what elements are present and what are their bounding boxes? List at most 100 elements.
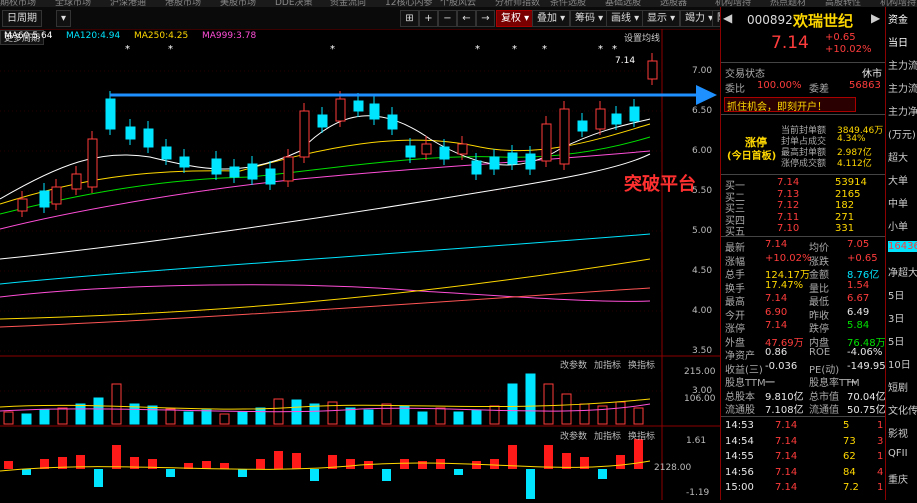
candle-body	[161, 146, 172, 160]
candle-body	[211, 158, 222, 175]
capital-flow-item[interactable]: 中单	[888, 195, 908, 210]
volume-bar	[75, 403, 86, 425]
capital-flow-item[interactable]: 10日	[888, 356, 911, 371]
macd-bar	[382, 469, 391, 481]
price-change: +0.65	[825, 32, 856, 43]
volume-bar	[345, 407, 356, 425]
stock-name: 欢瑞世纪	[793, 12, 854, 30]
toolbar-button[interactable]: 筹码 ▾	[570, 10, 609, 27]
capital-flow-item[interactable]: 超大	[888, 149, 908, 164]
capital-flow-item[interactable]: QFII	[888, 448, 908, 459]
panel-link[interactable]: 加指标	[594, 358, 621, 371]
top-menu-item[interactable]: 条件选股	[550, 0, 586, 7]
capital-flow-item[interactable]: 短剧	[888, 379, 908, 394]
toolbar-button[interactable]: 显示 ▾	[642, 10, 681, 27]
candle-body	[17, 198, 28, 212]
volume-bar	[93, 397, 104, 425]
macd-bar	[166, 469, 175, 477]
top-menu-item[interactable]: DDE决策	[275, 0, 313, 7]
weibi-row: 委比 100.00% 委差 56863	[725, 80, 881, 95]
top-menu-item[interactable]: 资金流向	[330, 0, 366, 7]
toolbar-button[interactable]: 复权 ▾	[496, 10, 535, 27]
event-marker-icon: *	[612, 44, 617, 55]
top-menu-item[interactable]: 选股器	[660, 0, 687, 7]
prev-stock-icon[interactable]: ◀	[723, 11, 732, 25]
top-menu-item[interactable]: 沪深港通	[110, 0, 146, 7]
volume-bar	[453, 411, 464, 425]
kline-chart-area[interactable]: * * * * * * * * 更多周期 MA60:5.64 MA120:4.94 MA250:4…	[0, 29, 720, 500]
macd-bar	[544, 445, 553, 469]
volume-bar	[165, 408, 176, 425]
candle-body	[179, 156, 190, 168]
trade-status-row: 交易状态 休市	[725, 69, 882, 80]
candle-body	[51, 186, 62, 205]
capital-flow-item[interactable]: 资金	[888, 11, 908, 26]
tick-row: 14:55 7.14 62 1	[725, 451, 884, 462]
top-menu-item[interactable]: 机构增持	[715, 0, 751, 7]
capital-flow-item[interactable]: (万元)	[888, 126, 916, 141]
price-axis-label: 4.00	[692, 306, 713, 316]
capital-flow-item[interactable]: 16436	[888, 241, 917, 252]
capital-flow-item[interactable]: 5日	[888, 287, 904, 302]
panel-link[interactable]: 改参数	[560, 358, 587, 371]
volume-bar	[561, 393, 572, 425]
macd-bar	[634, 439, 643, 469]
panel-link[interactable]: 改参数	[560, 429, 587, 442]
capital-flow-item[interactable]: 净超大	[888, 264, 917, 279]
top-menu-item[interactable]: 机构增持	[880, 0, 916, 7]
right-arrow-icon[interactable]: →	[476, 10, 495, 27]
top-menu-item[interactable]: 基础选股	[605, 0, 641, 7]
zoom-out-icon[interactable]: −	[438, 10, 457, 27]
open-account-banner[interactable]: 抓住机会，即刻开户！	[724, 97, 856, 113]
price-axis-label: 5.50	[692, 186, 713, 196]
quote-row: 股息TTM 一股息率TTM 一	[725, 378, 860, 389]
capital-flow-item[interactable]: 主力流入	[888, 57, 917, 72]
panel-link[interactable]: 加指标	[594, 429, 621, 442]
capital-flow-item[interactable]: 主力流出	[888, 80, 917, 95]
candle-body	[283, 156, 294, 182]
capital-flow-item[interactable]: 大单	[888, 172, 908, 187]
top-menu-item[interactable]: 分析师指数	[495, 0, 540, 7]
capital-flow-item[interactable]: 重庆	[888, 471, 908, 486]
panel-link[interactable]: 换指标	[628, 429, 655, 442]
candle-body	[525, 153, 536, 170]
volume-bar	[489, 405, 500, 425]
next-stock-icon[interactable]: ▶	[871, 11, 880, 25]
period-dropdown-icon[interactable]: ▾	[56, 10, 72, 27]
top-menu-item[interactable]: 美股市场	[220, 0, 256, 7]
top-menu-item[interactable]: 个股风云	[440, 0, 476, 7]
toolbar-button[interactable]: 画线 ▾	[606, 10, 645, 27]
event-marker-icon: *	[598, 44, 603, 55]
top-menu-item[interactable]: 港股市场	[165, 0, 201, 7]
breakout-annotation: 突破平台	[624, 174, 696, 195]
capital-flow-item[interactable]: 3日	[888, 310, 904, 325]
macd-bar	[598, 469, 607, 479]
period-selector[interactable]: 日周期	[2, 10, 42, 27]
candle-body	[317, 114, 328, 128]
capital-flow-item[interactable]: 影视	[888, 425, 908, 440]
top-menu-bar: 期权市场 全球市场 沪深港通 港股市场 美股市场 DDE决策 资金流向 12核心内参 个股风云 分…	[0, 0, 917, 7]
grid-icon[interactable]: ⊞	[400, 10, 419, 27]
event-marker-icon: *	[125, 44, 130, 55]
capital-flow-item[interactable]: 5日	[888, 333, 904, 348]
top-menu-item[interactable]: 热点题材	[770, 0, 806, 7]
left-arrow-icon[interactable]: ←	[457, 10, 476, 27]
top-menu-item[interactable]: 期权市场	[0, 0, 36, 7]
capital-flow-item[interactable]: 主力净额	[888, 103, 917, 118]
settings-ma-link[interactable]: 设置均线	[624, 31, 660, 44]
zoom-in-icon[interactable]: +	[419, 10, 438, 27]
toolbar-button[interactable]: 叠加 ▾	[532, 10, 571, 27]
quote-row: 流通股 7.108亿 流通值 50.75亿	[725, 405, 886, 416]
top-menu-item[interactable]: 12核心内参	[385, 0, 432, 7]
capital-flow-item[interactable]: 当日	[888, 34, 908, 49]
candle-body	[559, 108, 570, 165]
volume-bar	[3, 411, 14, 425]
capital-flow-item[interactable]: 文化传	[888, 402, 917, 417]
top-menu-item[interactable]: 高股转性	[825, 0, 861, 7]
top-menu-item[interactable]: 全球市场	[55, 0, 91, 7]
ma-legend-item: MA60:5.64	[4, 31, 53, 41]
panel-link[interactable]: 换指标	[628, 358, 655, 371]
capital-flow-item[interactable]: 小单	[888, 218, 908, 233]
volume-bar	[615, 401, 626, 425]
bid-row[interactable]: 买五 7.10 331	[725, 223, 883, 238]
